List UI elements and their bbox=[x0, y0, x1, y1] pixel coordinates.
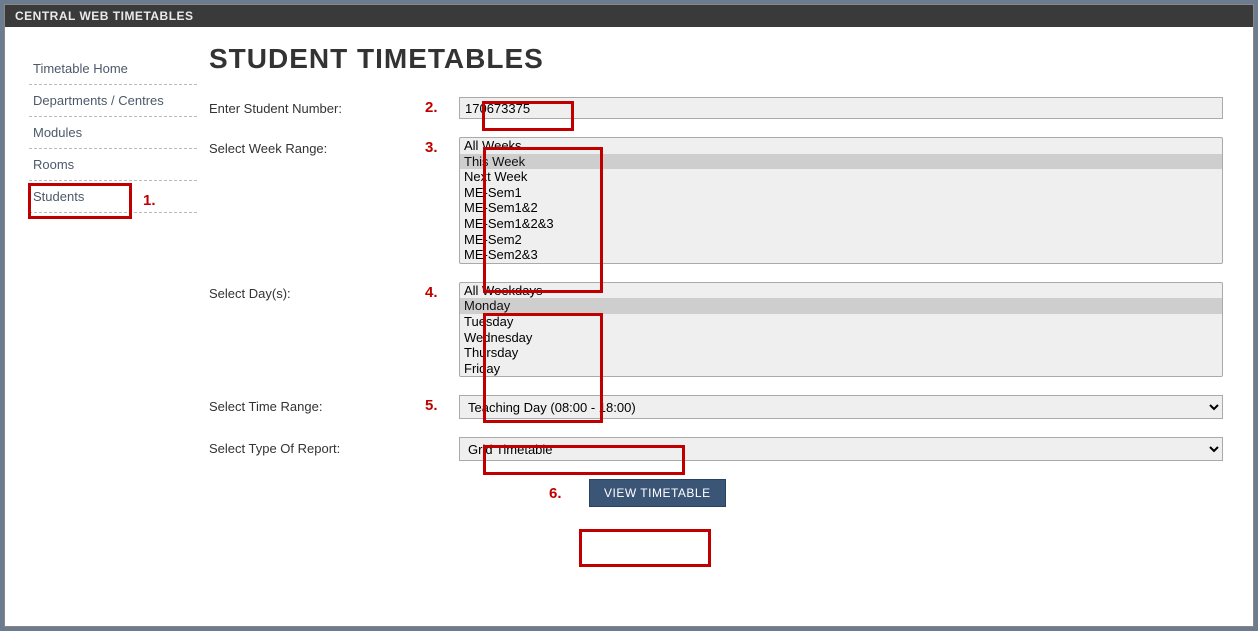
days-listbox[interactable]: All WeekdaysMondayTuesdayWednesdayThursd… bbox=[459, 282, 1223, 378]
sidebar: Timetable Home Departments / Centres Mod… bbox=[15, 39, 205, 507]
label-report-type: Select Type Of Report: bbox=[209, 437, 419, 456]
row-time-range: Select Time Range: 5. Teaching Day (08:0… bbox=[209, 395, 1223, 419]
report-type-select[interactable]: Grid Timetable bbox=[459, 437, 1223, 461]
sidebar-item-timetable-home[interactable]: Timetable Home bbox=[29, 53, 197, 85]
annotation-blank bbox=[419, 437, 459, 439]
window-title-bar: CENTRAL WEB TIMETABLES bbox=[5, 5, 1253, 27]
row-report-type: Select Type Of Report: Grid Timetable bbox=[209, 437, 1223, 461]
row-days: Select Day(s): 4. All WeekdaysMondayTues… bbox=[209, 282, 1223, 378]
time-range-select[interactable]: Teaching Day (08:00 - 18:00) bbox=[459, 395, 1223, 419]
highlight-box-6 bbox=[579, 529, 711, 567]
app-window: CENTRAL WEB TIMETABLES Timetable Home De… bbox=[4, 4, 1254, 627]
annotation-2: 2. bbox=[419, 97, 459, 116]
page-title: STUDENT TIMETABLES bbox=[209, 43, 1223, 75]
main-layout: Timetable Home Departments / Centres Mod… bbox=[5, 27, 1253, 507]
annotation-4: 4. bbox=[419, 282, 459, 301]
label-time-range: Select Time Range: bbox=[209, 395, 419, 414]
sidebar-item-rooms[interactable]: Rooms bbox=[29, 149, 197, 181]
student-number-input[interactable] bbox=[459, 97, 1223, 119]
label-student-number: Enter Student Number: bbox=[209, 97, 419, 116]
row-student-number: Enter Student Number: 2. bbox=[209, 97, 1223, 119]
content-area: STUDENT TIMETABLES Enter Student Number:… bbox=[205, 39, 1243, 507]
annotation-1: 1. bbox=[143, 192, 156, 209]
annotation-5: 5. bbox=[419, 395, 459, 414]
sidebar-item-students[interactable]: Students bbox=[29, 181, 197, 213]
sidebar-item-departments[interactable]: Departments / Centres bbox=[29, 85, 197, 117]
row-week-range: Select Week Range: 3. All WeeksThis Week… bbox=[209, 137, 1223, 264]
label-week-range: Select Week Range: bbox=[209, 137, 419, 156]
view-timetable-button[interactable]: VIEW TIMETABLE bbox=[589, 479, 726, 507]
label-days: Select Day(s): bbox=[209, 282, 419, 301]
submit-row: 6. VIEW TIMETABLE bbox=[209, 479, 1223, 507]
week-range-listbox[interactable]: All WeeksThis WeekNext WeekME-Sem1ME-Sem… bbox=[459, 137, 1223, 264]
annotation-6: 6. bbox=[549, 485, 589, 502]
annotation-3: 3. bbox=[419, 137, 459, 156]
sidebar-item-modules[interactable]: Modules bbox=[29, 117, 197, 149]
